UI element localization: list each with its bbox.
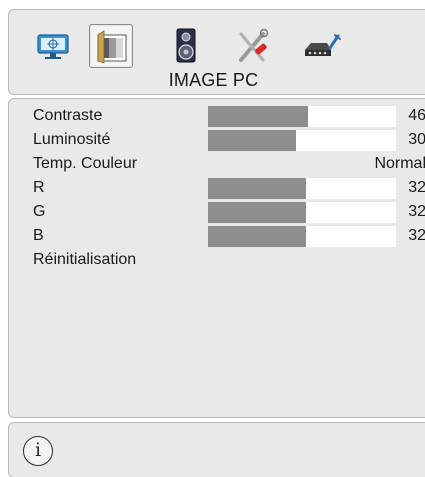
osd-menu: IMAGE PC Contraste 46 Luminosité 30 Temp… [0, 0, 425, 477]
slider-fill [208, 130, 297, 151]
settings-box-icon[interactable] [299, 24, 343, 68]
setting-label: R [33, 179, 45, 196]
setting-label: Temp. Couleur [33, 155, 138, 172]
setting-label: B [33, 227, 44, 244]
brightness-slider[interactable] [208, 130, 396, 151]
slider-fill [208, 106, 308, 127]
page-title: IMAGE PC [168, 70, 259, 90]
green-slider[interactable] [208, 202, 396, 223]
red-slider[interactable] [208, 178, 396, 199]
speaker-icon[interactable] [164, 24, 208, 68]
setting-row-blue[interactable]: B 32 [9, 223, 425, 247]
tools-icon[interactable] [231, 24, 275, 68]
contrast-slider[interactable] [208, 106, 396, 127]
setting-label: Luminosité [33, 131, 111, 148]
settings-panel: Contraste 46 Luminosité 30 Temp. Couleur… [8, 98, 425, 418]
blue-slider[interactable] [208, 226, 396, 247]
category-icon-row [9, 24, 425, 68]
setting-row-green[interactable]: G 32 [9, 199, 425, 223]
setting-row-color-temp[interactable]: Temp. Couleur Normal [9, 151, 425, 175]
setting-value: 46 [408, 107, 425, 124]
monitor-icon[interactable] [31, 24, 75, 68]
setting-value: 32 [408, 179, 425, 196]
footer-panel: i [8, 422, 425, 477]
setting-value: Normal [374, 155, 425, 172]
setting-value: 32 [408, 203, 425, 220]
setting-row-reset[interactable]: Réinitialisation [9, 247, 425, 271]
info-icon[interactable]: i [23, 436, 53, 466]
setting-row-red[interactable]: R 32 [9, 175, 425, 199]
setting-value: 30 [408, 131, 425, 148]
settings-list: Contraste 46 Luminosité 30 Temp. Couleur… [9, 103, 425, 271]
slider-fill [208, 226, 306, 247]
image-pc-icon[interactable] [89, 24, 133, 68]
setting-value: 32 [408, 227, 425, 244]
setting-row-brightness[interactable]: Luminosité 30 [9, 127, 425, 151]
slider-fill [208, 178, 306, 199]
setting-label: Contraste [33, 107, 103, 124]
setting-row-contrast[interactable]: Contraste 46 [9, 103, 425, 127]
slider-fill [208, 202, 306, 223]
setting-label: G [33, 203, 46, 220]
menu-header-panel: IMAGE PC [8, 9, 425, 95]
reset-label: Réinitialisation [33, 251, 137, 268]
